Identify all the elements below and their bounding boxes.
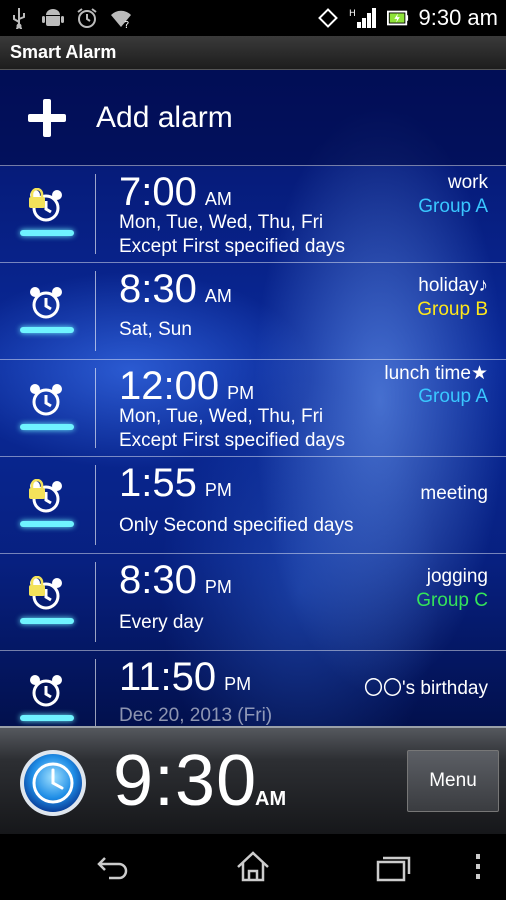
alarm-time: 12:00	[119, 364, 220, 408]
alarm-toggle[interactable]	[18, 673, 76, 726]
current-time-bar: 9:30 AM Menu	[0, 726, 506, 834]
status-bar: ? H 9:30 am	[0, 0, 506, 36]
alarm-clock-icon	[30, 675, 62, 707]
alarm-group: Group C	[416, 590, 488, 611]
alarm-days-exception: Except First specified days	[119, 236, 345, 257]
alarm-on-indicator	[20, 715, 74, 721]
alarm-ampm: PM	[204, 480, 232, 500]
alarm-toggle[interactable]	[18, 479, 76, 535]
alarm-label: holiday♪	[418, 275, 488, 296]
alarm-label: lunch time★	[384, 363, 488, 384]
alarm-ampm: PM	[204, 577, 232, 597]
svg-text:?: ?	[124, 20, 129, 29]
alarm-time: 1:55	[119, 461, 197, 505]
alarm-row[interactable]: 7:00 AM Mon, Tue, Wed, Thu, Fri Except F…	[0, 166, 506, 263]
row-divider	[95, 465, 96, 545]
row-divider	[95, 368, 96, 448]
alarm-label: jogging	[426, 566, 488, 587]
alarm-row[interactable]: 8:30 PM Every day jogging Group C	[0, 554, 506, 651]
signal-icon: H	[349, 7, 377, 29]
alarm-ampm: PM	[227, 383, 255, 403]
alarm-time: 8:30	[119, 558, 197, 602]
app-title: Smart Alarm	[10, 42, 117, 62]
add-alarm-label: Add alarm	[96, 100, 233, 134]
alarm-ampm: AM	[204, 189, 232, 209]
alarm-toggle[interactable]	[18, 188, 76, 244]
alarm-on-indicator	[20, 618, 74, 624]
alarm-time: 11:50	[119, 655, 217, 699]
alarm-list[interactable]: Add alarm 7:00 AM Mon, Tue, Wed, Thu, Fr…	[0, 70, 506, 726]
alarm-on-indicator	[20, 424, 74, 430]
alarm-toggle[interactable]	[18, 382, 76, 438]
lock-icon	[29, 576, 45, 596]
alarm-label: 〇〇's birthday	[363, 678, 488, 699]
alarm-ampm: PM	[224, 674, 252, 694]
alarm-time: 8:30	[119, 267, 197, 311]
row-divider	[95, 174, 96, 254]
current-time: 9:30	[113, 741, 258, 821]
alarm-toggle[interactable]	[18, 285, 76, 341]
alarm-on-indicator	[20, 230, 74, 236]
plus-icon	[28, 98, 66, 137]
alarm-days-exception: Except First specified days	[119, 430, 345, 451]
alarm-days: Sat, Sun	[119, 319, 192, 340]
network-type-label: H	[349, 9, 356, 19]
alarm-row[interactable]: 11:50 PM Dec 20, 2013 (Fri) 〇〇's birthda…	[0, 651, 506, 726]
alarm-on-indicator	[20, 521, 74, 527]
alarm-label: meeting	[420, 483, 488, 504]
current-time-ampm: AM	[255, 788, 287, 810]
alarm-row[interactable]: 1:55 PM Only Second specified days meeti…	[0, 457, 506, 554]
rotate-icon	[317, 7, 339, 29]
alarm-row[interactable]: 12:00 PM Mon, Tue, Wed, Thu, Fri Except …	[0, 360, 506, 457]
android-icon	[42, 7, 64, 29]
battery-icon	[386, 7, 409, 29]
app-title-bar: Smart Alarm	[0, 36, 506, 70]
lock-icon	[29, 188, 45, 208]
alarm-days: Only Second specified days	[119, 515, 354, 536]
recent-apps-icon[interactable]	[375, 850, 411, 884]
add-alarm-button[interactable]: Add alarm	[0, 70, 506, 166]
alarm-toggle[interactable]	[18, 576, 76, 632]
alarm-days: Every day	[119, 612, 204, 633]
alarm-days: Dec 20, 2013 (Fri)	[119, 705, 273, 726]
menu-button[interactable]: Menu	[407, 750, 499, 812]
alarm-label: work	[447, 172, 488, 193]
overflow-menu-icon[interactable]	[472, 850, 484, 884]
wifi-question-icon: ?	[110, 7, 132, 29]
alarm-time: 7:00	[119, 170, 197, 214]
lock-icon	[29, 479, 45, 499]
alarm-group: Group B	[417, 299, 488, 320]
alarm-row[interactable]: 8:30 AM Sat, Sun holiday♪ Group B	[0, 263, 506, 360]
status-time: 9:30 am	[418, 5, 499, 30]
row-divider	[95, 659, 96, 726]
usb-icon	[8, 7, 30, 29]
navigation-bar	[0, 834, 506, 900]
alarm-group: Group A	[418, 386, 488, 407]
clock-app-icon[interactable]	[18, 748, 88, 818]
alarm-ampm: AM	[204, 286, 232, 306]
alarm-icon	[76, 7, 98, 29]
row-divider	[95, 562, 96, 642]
alarm-days: Mon, Tue, Wed, Thu, Fri	[119, 212, 324, 233]
alarm-clock-icon	[30, 384, 62, 416]
alarm-clock-icon	[30, 287, 62, 319]
alarm-group: Group A	[418, 196, 488, 217]
alarm-days: Mon, Tue, Wed, Thu, Fri	[119, 406, 324, 427]
home-icon[interactable]	[235, 850, 271, 884]
row-divider	[95, 271, 96, 351]
back-icon[interactable]	[95, 850, 131, 884]
alarm-on-indicator	[20, 327, 74, 333]
